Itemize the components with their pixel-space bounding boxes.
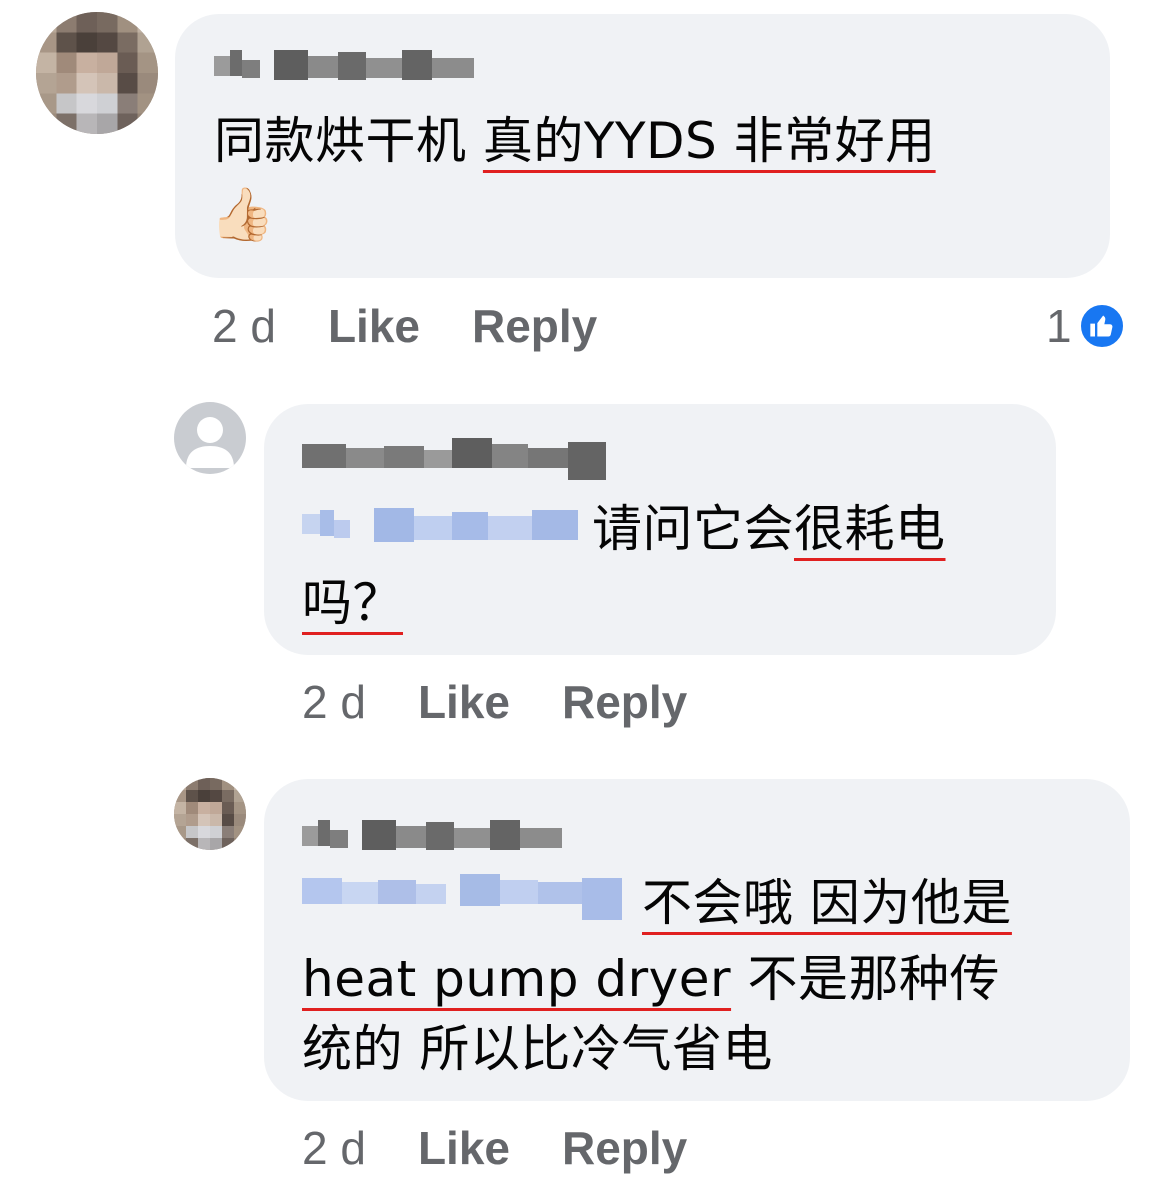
avatar-comment-1[interactable] <box>36 12 158 134</box>
reaction-summary[interactable]: 1 <box>1046 298 1126 354</box>
reply-button[interactable]: Reply <box>562 1122 687 1174</box>
like-button[interactable]: Like <box>418 676 510 728</box>
underlined-phrase: 真的YYDS 非常好用 <box>482 112 936 170</box>
comment-actions-2: 2 d Like Reply <box>302 674 739 730</box>
avatar-comment-3[interactable] <box>174 778 246 850</box>
comment-text-3-line-3: 统的 所以比冷气省电 <box>302 1014 773 1084</box>
underlined-phrase: 吗？ <box>302 574 403 632</box>
comment-text-3-line-1: 不会哦 因为他是 <box>302 868 1012 938</box>
mention-blurred[interactable] <box>302 868 628 924</box>
reply-button[interactable]: Reply <box>562 676 687 728</box>
thumbs-up-icon <box>1077 302 1126 350</box>
comment-author-blurred-3[interactable] <box>302 816 562 850</box>
comment-author-blurred-2[interactable] <box>302 434 612 480</box>
comment-text-plain: 统的 所以比冷气省电 <box>302 1020 773 1078</box>
comment-actions-1: 2 d Like Reply <box>212 298 649 354</box>
comment-text-2-line-2: 吗？ <box>302 568 403 638</box>
like-button[interactable]: Like <box>328 300 420 352</box>
comment-text-2-line-1: 请问它会很耗电 <box>302 494 946 564</box>
reply-button[interactable]: Reply <box>472 300 597 352</box>
like-button[interactable]: Like <box>418 1122 510 1174</box>
comment-text-plain: 同款烘干机 <box>214 112 483 170</box>
comment-text-plain: 不是那种传 <box>731 950 1000 1008</box>
comment-actions-3: 2 d Like Reply <box>302 1120 739 1176</box>
underlined-phrase: 不会哦 因为他是 <box>642 874 1012 932</box>
reaction-count: 1 <box>1046 300 1072 352</box>
underlined-phrase: heat pump dryer <box>302 950 732 1008</box>
comment-text-1: 同款烘干机 真的YYDS 非常好用 <box>214 106 936 176</box>
default-user-icon <box>186 417 234 468</box>
avatar-comment-2[interactable] <box>174 402 246 474</box>
thumbs-up-emoji: 👍🏻 <box>210 185 276 245</box>
comment-time: 2 d <box>302 676 366 728</box>
underlined-phrase: 很耗电 <box>794 500 946 558</box>
comment-time: 2 d <box>302 1122 366 1174</box>
comment-time: 2 d <box>212 300 276 352</box>
mention-blurred[interactable] <box>302 506 578 550</box>
comment-text-plain: 请问它会 <box>592 500 794 558</box>
comment-author-blurred-1[interactable] <box>214 46 474 80</box>
comment-text-3-line-2: heat pump dryer 不是那种传 <box>302 944 1000 1014</box>
